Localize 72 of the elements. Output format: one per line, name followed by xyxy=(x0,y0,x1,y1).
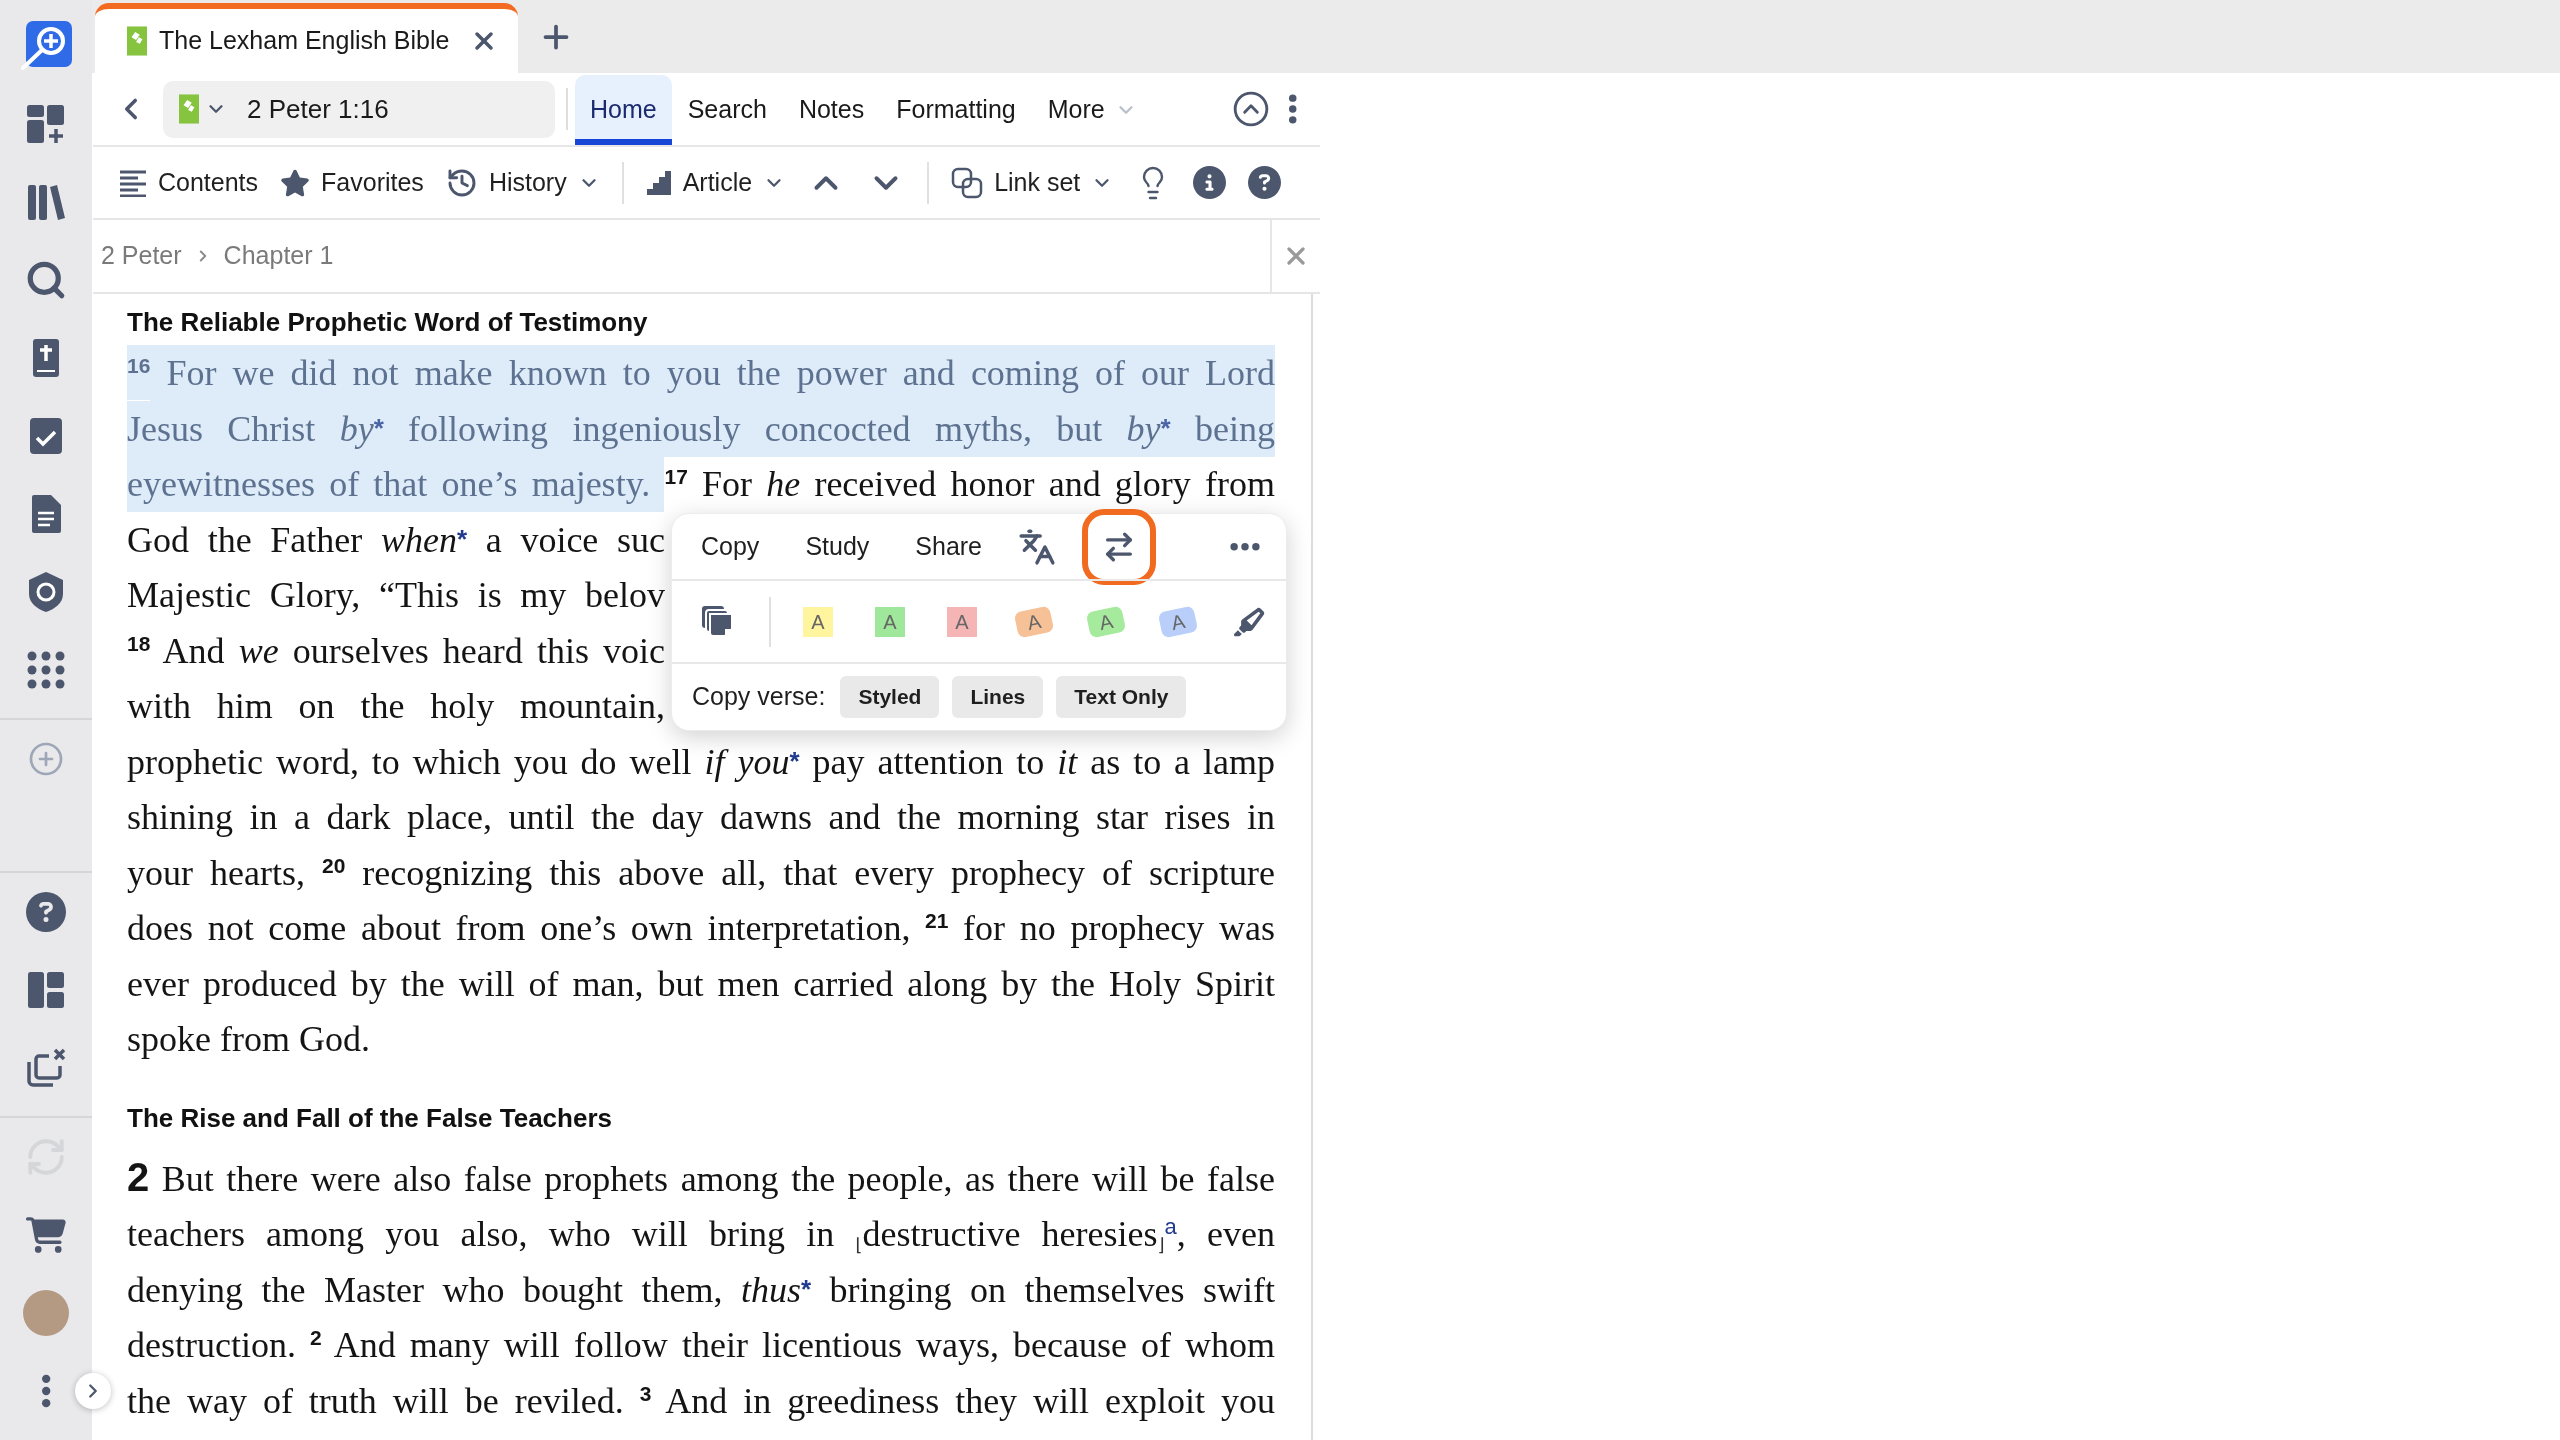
ribbon-tab[interactable]: Formatting xyxy=(880,75,1032,145)
favorites-button[interactable]: Favorites xyxy=(280,158,424,207)
scripture-line: shining in a dark place, until the day dawns and the morning star rises in xyxy=(127,796,1275,839)
close-windows-icon[interactable] xyxy=(25,1047,67,1089)
reference-field[interactable]: 2 Peter 1:16 xyxy=(163,80,555,138)
document-icon[interactable] xyxy=(30,494,62,534)
more-icon[interactable] xyxy=(1228,541,1262,552)
linked-squares-icon xyxy=(951,166,984,199)
ribbon-tab[interactable]: More xyxy=(1031,75,1153,145)
info-icon[interactable] xyxy=(1193,166,1227,199)
highlighter-swatch[interactable]: A xyxy=(1085,605,1127,638)
collapse-circle-icon[interactable] xyxy=(1231,90,1270,128)
ribbon-tab[interactable]: Notes xyxy=(782,75,881,145)
star-icon xyxy=(280,167,311,198)
book-cross-icon[interactable] xyxy=(30,338,62,378)
expand-button[interactable] xyxy=(75,1373,111,1409)
dashboard-add-icon[interactable] xyxy=(25,103,67,145)
cart-icon[interactable] xyxy=(26,1215,66,1255)
contents-button[interactable]: Contents xyxy=(119,158,259,207)
highlighter-swatch[interactable]: A xyxy=(1157,605,1199,638)
swap-button[interactable] xyxy=(1082,508,1157,585)
highlighter-swatch[interactable]: A xyxy=(875,606,905,637)
translate-icon[interactable] xyxy=(1018,527,1057,566)
document-tab[interactable]: The Lexham English Bible xyxy=(95,3,518,73)
scripture-line: with him on the holy mountain, xyxy=(127,685,665,728)
scripture-line: destruction. $^{2}$ And many will follow their licentious ways, because of whom xyxy=(127,1324,1275,1367)
app-logo-icon[interactable] xyxy=(20,21,72,71)
contents-lines-icon xyxy=(119,168,147,197)
copy-option-button[interactable]: Styled xyxy=(840,676,940,718)
book-cover-icon xyxy=(179,94,199,124)
scripture-line: spoke from God. xyxy=(127,1018,370,1061)
more-vertical-icon[interactable] xyxy=(40,1372,52,1410)
article-button[interactable]: Article xyxy=(645,158,786,207)
apps-grid-icon[interactable] xyxy=(26,650,66,690)
library-books-icon[interactable] xyxy=(25,182,67,222)
help-icon[interactable] xyxy=(1248,166,1282,199)
scripture-line: the way of truth will be reviled. $^{3}$ And in greediness they will exploit you xyxy=(127,1379,1275,1423)
section-heading: The Reliable Prophetic Word of Testimony xyxy=(127,306,648,339)
scripture-line: eyewitnesses of that one’s majesty. $^{17}$ For he received honor and glory from xyxy=(127,457,1275,513)
book-cover-icon xyxy=(127,26,147,56)
scripture-line: $^{16}$ For we did not make known to you the power and coming of our Lord xyxy=(127,346,1275,402)
highlighter-pen-icon[interactable] xyxy=(1234,605,1266,638)
footnote-link[interactable]: a xyxy=(1164,1213,1177,1239)
scripture-line: $^{18}$ And we ourselves heard this voic xyxy=(127,629,665,673)
highlighter-swatch[interactable]: A xyxy=(803,606,833,637)
scripture-line: 2 But there were also false prophets among the people, as there will be false xyxy=(127,1153,1275,1201)
help-icon[interactable] xyxy=(26,892,66,932)
copy-option-button[interactable]: Lines xyxy=(952,676,1044,718)
action-button[interactable]: Share xyxy=(905,518,993,575)
action-button[interactable]: Copy xyxy=(691,518,770,575)
link-set-button[interactable]: Link set xyxy=(951,158,1114,207)
scripture-line: does not come about from one’s own interpretation, $^{21}$ for no prophecy was xyxy=(127,907,1275,950)
ribbon-tab[interactable]: Search xyxy=(671,75,783,145)
action-button[interactable]: Study xyxy=(795,518,880,575)
scripture-line: your hearts, $^{20}$ recognizing this above all, that every prophecy of scripture xyxy=(127,851,1275,895)
more-vertical-icon[interactable] xyxy=(1287,92,1297,126)
shield-icon[interactable] xyxy=(27,571,65,613)
breadcrumb-link[interactable]: 2 Peter xyxy=(101,237,182,275)
breadcrumb-link[interactable]: Chapter 1 xyxy=(223,237,334,275)
copy-option-button[interactable]: Text Only xyxy=(1056,676,1187,718)
scripture-line: Majestic Glory, “This is my belov xyxy=(127,574,665,617)
scripture-line: teachers among you also, who will bring in $_{⌊}$destructive heresies$_{⌋}$ $^{a}$, even xyxy=(127,1212,1275,1258)
search-icon[interactable] xyxy=(25,259,67,301)
copy-verse-label: Copy verse: xyxy=(692,681,826,713)
highlighter-swatch[interactable]: A xyxy=(1013,605,1055,638)
section-heading: The Rise and Fall of the False Teachers xyxy=(127,1101,612,1135)
ribbon-tab[interactable]: Home xyxy=(575,75,672,145)
layout-icon[interactable] xyxy=(26,970,66,1010)
history-button[interactable]: History xyxy=(445,158,600,207)
scripture-line: ever produced by the will of man, but men carried along by the Holy Spirit xyxy=(127,962,1275,1006)
checklist-icon[interactable] xyxy=(28,416,64,456)
stairs-icon xyxy=(645,169,672,196)
